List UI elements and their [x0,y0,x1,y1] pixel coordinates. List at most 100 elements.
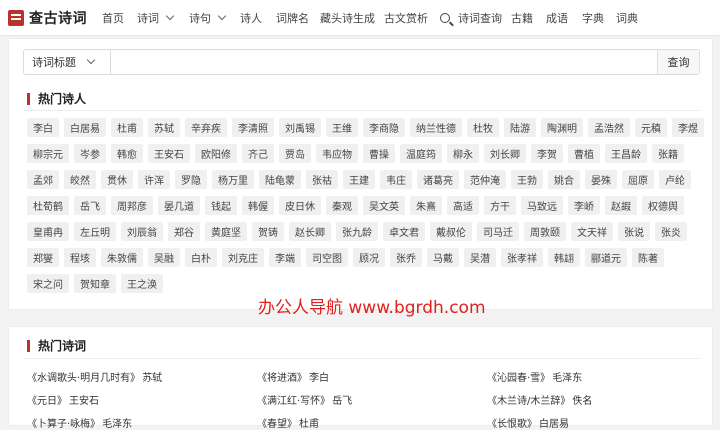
poet-tag[interactable]: 吴融 [148,248,180,267]
poet-tag[interactable]: 范仲淹 [464,170,506,189]
poet-tag[interactable]: 李煜 [672,118,704,137]
poet-tag[interactable]: 程垓 [64,248,96,267]
nav-item-idioms[interactable]: 成语 [546,0,568,36]
poet-tag[interactable]: 赵长卿 [289,222,331,241]
poet-tag[interactable]: 周敦颐 [524,222,566,241]
nav-item-home[interactable]: 首页 [102,0,124,36]
poet-tag[interactable]: 郑燮 [27,248,59,267]
poet-tag[interactable]: 白居易 [64,118,106,137]
poem-link[interactable]: 《将进酒》 李白 [257,369,487,384]
poet-tag[interactable]: 赵嘏 [605,196,637,215]
poet-tag[interactable]: 马致远 [521,196,563,215]
poet-tag[interactable]: 吴潜 [464,248,496,267]
poet-tag[interactable]: 张九龄 [336,222,378,241]
poet-tag[interactable]: 王昌龄 [605,144,647,163]
poet-tag[interactable]: 司空图 [306,248,348,267]
poet-tag[interactable]: 王之涣 [121,274,163,293]
poet-tag[interactable]: 高适 [447,196,479,215]
poet-tag[interactable]: 屈原 [622,170,654,189]
poet-tag[interactable]: 韦庄 [380,170,412,189]
poet-tag[interactable]: 马戴 [427,248,459,267]
poet-tag[interactable]: 张籍 [652,144,684,163]
poet-tag[interactable]: 张孝祥 [501,248,543,267]
search-input[interactable] [111,50,657,74]
poet-tag[interactable]: 温庭筠 [400,144,442,163]
nav-item-acrostic[interactable]: 藏头诗生成 [320,0,375,36]
poet-tag[interactable]: 纳兰性德 [410,118,462,137]
nav-item-poems[interactable]: 诗词 [137,0,175,36]
poet-tag[interactable]: 李清照 [232,118,274,137]
poet-tag[interactable]: 孟郊 [27,170,59,189]
poet-tag[interactable]: 戴叔伦 [430,222,472,241]
nav-item-lexicon[interactable]: 词典 [616,0,638,36]
poem-link[interactable]: 《木兰诗/木兰辞》 佚名 [487,392,707,407]
poem-link[interactable]: 《卜算子·咏梅》 毛泽东 [27,415,257,430]
poet-tag[interactable]: 吴文英 [363,196,405,215]
poet-tag[interactable]: 陆龟蒙 [259,170,301,189]
nav-item-prose[interactable]: 古文赏析 [384,0,428,36]
poet-tag[interactable]: 贺知章 [74,274,116,293]
poet-tag[interactable]: 齐己 [242,144,274,163]
poet-tag[interactable]: 曹操 [363,144,395,163]
poet-tag[interactable]: 许浑 [138,170,170,189]
poet-tag[interactable]: 晏几道 [158,196,200,215]
poet-tag[interactable]: 韦应物 [316,144,358,163]
poet-tag[interactable]: 岑参 [74,144,106,163]
poet-tag[interactable]: 王勃 [511,170,543,189]
poet-tag[interactable]: 韩翃 [548,248,580,267]
poet-tag[interactable]: 白朴 [185,248,217,267]
poem-link[interactable]: 《沁园春·雪》 毛泽东 [487,369,707,384]
poet-tag[interactable]: 杨万里 [212,170,254,189]
poet-tag[interactable]: 朱敦儒 [101,248,143,267]
poem-link[interactable]: 《春望》 杜甫 [257,415,487,430]
poet-tag[interactable]: 韩偓 [242,196,274,215]
poet-tag[interactable]: 周邦彦 [111,196,153,215]
poet-tag[interactable]: 诸葛亮 [417,170,459,189]
poet-tag[interactable]: 贺铸 [252,222,284,241]
search-type-select[interactable]: 诗词标题 [24,50,111,74]
poet-tag[interactable]: 张祜 [306,170,338,189]
poem-link[interactable]: 《长恨歌》 白居易 [487,415,707,430]
poet-tag[interactable]: 李贺 [531,144,563,163]
site-logo[interactable]: 查古诗词 [8,0,94,36]
poet-tag[interactable]: 王建 [343,170,375,189]
poet-tag[interactable]: 皇甫冉 [27,222,69,241]
poet-tag[interactable]: 权德舆 [642,196,684,215]
poet-tag[interactable]: 卢纶 [659,170,691,189]
poet-tag[interactable]: 朱熹 [410,196,442,215]
poet-tag[interactable]: 左丘明 [74,222,116,241]
poet-tag[interactable]: 李端 [269,248,301,267]
nav-item-poem-search[interactable]: 诗词查询 [440,0,502,36]
poet-tag[interactable]: 方干 [484,196,516,215]
poet-tag[interactable]: 欧阳修 [195,144,237,163]
poet-tag[interactable]: 姚合 [548,170,580,189]
poet-tag[interactable]: 文天祥 [571,222,613,241]
poet-tag[interactable]: 贾岛 [279,144,311,163]
poet-tag[interactable]: 皮日休 [279,196,321,215]
poet-tag[interactable]: 王安石 [148,144,190,163]
nav-item-dictionary[interactable]: 字典 [582,0,604,36]
poet-tag[interactable]: 郦道元 [585,248,627,267]
poet-tag[interactable]: 孟浩然 [588,118,630,137]
search-button[interactable]: 查询 [657,50,699,74]
poet-tag[interactable]: 黄庭坚 [205,222,247,241]
poet-tag[interactable]: 李商隐 [363,118,405,137]
poet-tag[interactable]: 陶渊明 [541,118,583,137]
nav-item-cipai[interactable]: 词牌名 [276,0,309,36]
poet-tag[interactable]: 秦观 [326,196,358,215]
poem-link[interactable]: 《水调歌头·明月几时有》 苏轼 [27,369,257,384]
poet-tag[interactable]: 刘长卿 [484,144,526,163]
poet-tag[interactable]: 刘克庄 [222,248,264,267]
poet-tag[interactable]: 罗隐 [175,170,207,189]
poet-tag[interactable]: 刘禹锡 [279,118,321,137]
poet-tag[interactable]: 辛弃疾 [185,118,227,137]
poet-tag[interactable]: 曹植 [568,144,600,163]
poet-tag[interactable]: 柳永 [447,144,479,163]
poet-tag[interactable]: 司马迁 [477,222,519,241]
poet-tag[interactable]: 柳宗元 [27,144,69,163]
poet-tag[interactable]: 宋之问 [27,274,69,293]
poet-tag[interactable]: 陈著 [632,248,664,267]
poet-tag[interactable]: 晏殊 [585,170,617,189]
poet-tag[interactable]: 张乔 [390,248,422,267]
poet-tag[interactable]: 张炎 [655,222,687,241]
